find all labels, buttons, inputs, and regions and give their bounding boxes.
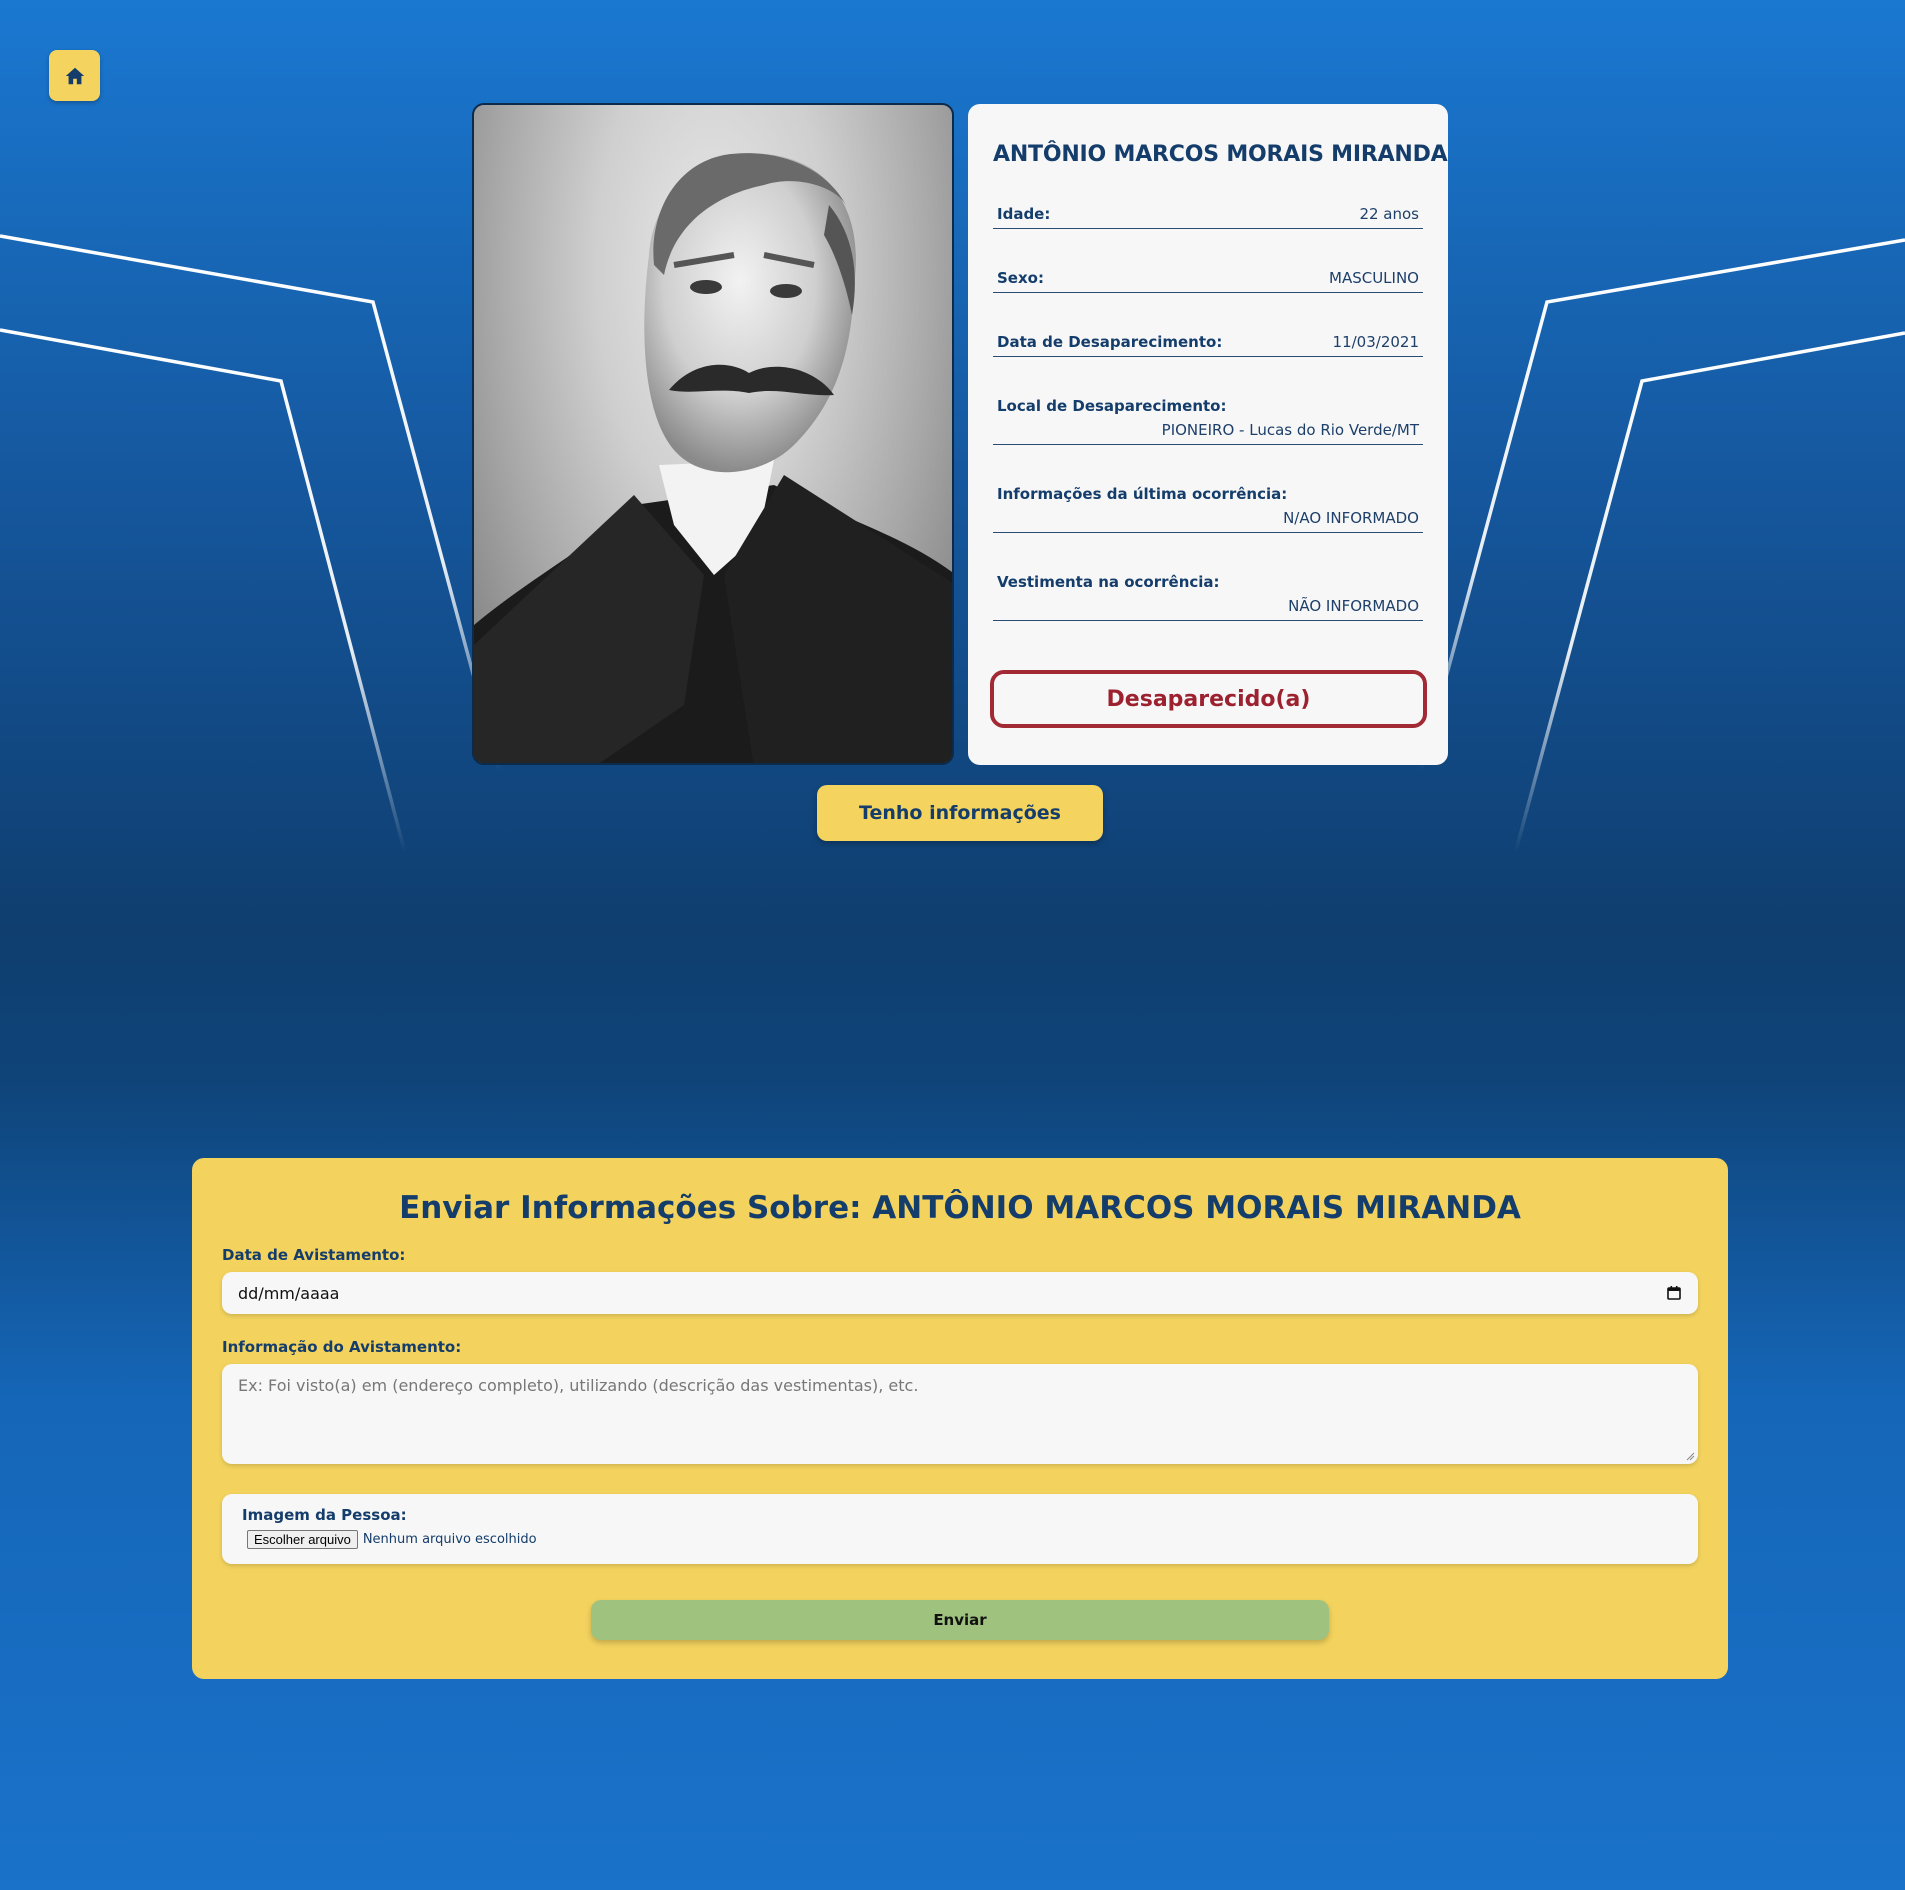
sex-label: Sexo: [997, 269, 1044, 287]
disappearance-place-row: Local de Desaparecimento: PIONEIRO - Luc… [993, 397, 1423, 445]
disappearance-date-value: 11/03/2021 [1332, 333, 1419, 351]
disappearance-date-label: Data de Desaparecimento: [997, 333, 1223, 351]
file-status-text: Nenhum arquivo escolhido [362, 1532, 537, 1547]
resize-handle-icon[interactable] [1686, 1452, 1695, 1461]
clothing-label: Vestimenta na ocorrência: [997, 573, 1220, 591]
sighting-form: Enviar Informações Sobre: ANTÔNIO MARCOS… [192, 1158, 1728, 1679]
status-badge: Desaparecido(a) [990, 670, 1427, 728]
choose-file-button[interactable]: Escolher arquivo [247, 1530, 358, 1549]
sex-row: Sexo: MASCULINO [993, 269, 1423, 293]
clothing-row: Vestimenta na ocorrência: NÃO INFORMADO [993, 573, 1423, 621]
calendar-icon[interactable] [1666, 1285, 1682, 1301]
image-label: Imagem da Pessoa: [242, 1506, 407, 1524]
disappearance-place-value: PIONEIRO - Lucas do Rio Verde/MT [1161, 421, 1419, 439]
age-row: Idade: 22 anos [993, 205, 1423, 229]
sighting-info-textarea[interactable]: Ex: Foi visto(a) em (endereço completo),… [222, 1364, 1698, 1464]
person-info-card: ANTÔNIO MARCOS MORAIS MIRANDA Idade: 22 … [968, 104, 1448, 765]
disappearance-place-label: Local de Desaparecimento: [997, 397, 1227, 415]
disappearance-date-row: Data de Desaparecimento: 11/03/2021 [993, 333, 1423, 357]
last-occurrence-label: Informações da última ocorrência: [997, 485, 1288, 503]
have-information-button[interactable]: Tenho informações [817, 785, 1103, 841]
sighting-date-placeholder: dd/mm/aaaa [238, 1283, 340, 1303]
form-title: Enviar Informações Sobre: ANTÔNIO MARCOS… [399, 1190, 1521, 1226]
age-value: 22 anos [1359, 205, 1419, 223]
sighting-info-label: Informação do Avistamento: [222, 1338, 462, 1356]
image-upload-box: Imagem da Pessoa: Escolher arquivo Nenhu… [222, 1494, 1698, 1564]
sighting-date-input[interactable]: dd/mm/aaaa [222, 1272, 1698, 1314]
home-button[interactable] [49, 50, 100, 101]
sighting-info-placeholder: Ex: Foi visto(a) em (endereço completo),… [238, 1376, 919, 1395]
submit-button[interactable]: Enviar [591, 1600, 1329, 1640]
sighting-date-label: Data de Avistamento: [222, 1246, 406, 1264]
person-photo [472, 103, 954, 765]
age-label: Idade: [997, 205, 1051, 223]
person-name: ANTÔNIO MARCOS MORAIS MIRANDA [993, 142, 1448, 167]
sex-value: MASCULINO [1329, 269, 1419, 287]
last-occurrence-row: Informações da última ocorrência: N/AO I… [993, 485, 1423, 533]
last-occurrence-value: N/AO INFORMADO [1283, 509, 1419, 527]
file-input[interactable]: Escolher arquivo Nenhum arquivo escolhid… [242, 1530, 1678, 1549]
clothing-value: NÃO INFORMADO [1288, 597, 1419, 615]
home-icon [65, 67, 84, 84]
